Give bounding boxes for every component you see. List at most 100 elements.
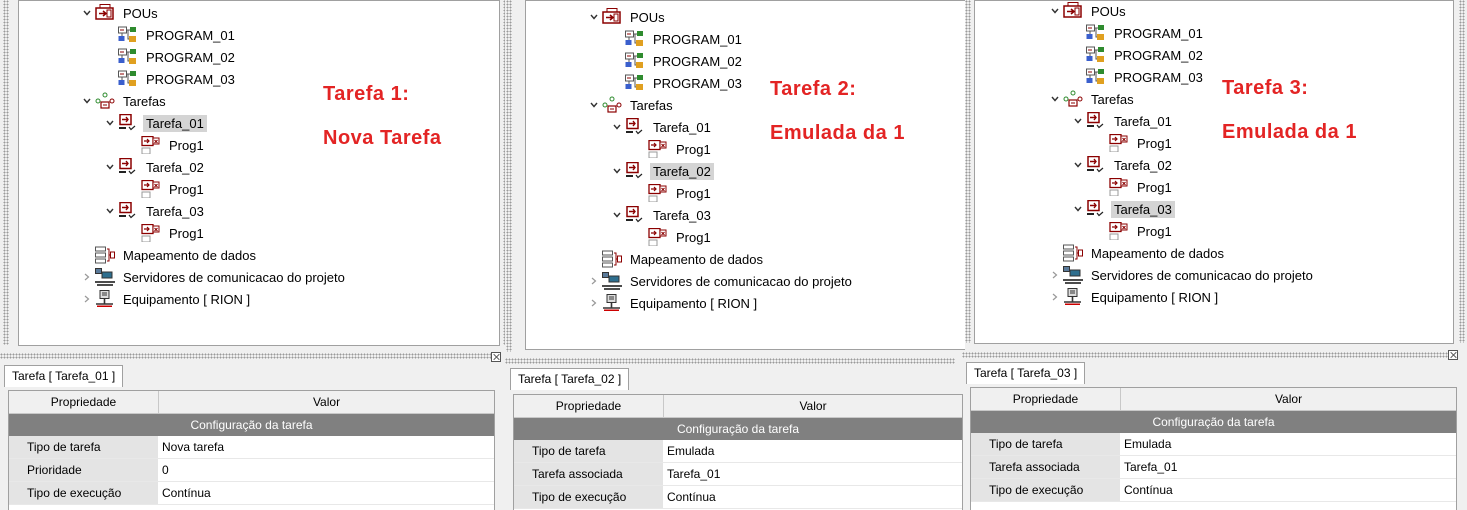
property-value[interactable]: Emulada [1121, 433, 1456, 455]
tree-node-tarefas[interactable]: Tarefas [1049, 89, 1137, 109]
splitter-vertical[interactable] [1459, 0, 1465, 343]
property-value[interactable]: Nova tarefa [159, 436, 494, 458]
tree-node-program[interactable]: PROGRAM_03 [1072, 67, 1206, 87]
tree-node-task[interactable]: Tarefa_03 [1072, 199, 1175, 219]
splitter-vertical[interactable] [3, 0, 9, 345]
tree-node-prog[interactable]: Prog1 [634, 183, 714, 203]
chevron-down-icon[interactable] [104, 201, 116, 221]
column-header-property[interactable]: Propriedade [971, 388, 1121, 410]
property-value[interactable]: Contínua [159, 482, 494, 504]
tree-node-pous[interactable]: POUs [1049, 1, 1129, 21]
tree-node-prog[interactable]: Prog1 [127, 223, 207, 243]
property-row[interactable]: Tipo de tarefa Nova tarefa [9, 436, 494, 459]
tree-node-prog[interactable]: Prog1 [634, 139, 714, 159]
chevron-down-icon[interactable] [611, 205, 623, 225]
chevron-right-icon[interactable] [81, 289, 93, 309]
tree-node-label: Prog1 [169, 137, 204, 153]
chevron-down-icon[interactable] [81, 3, 93, 23]
property-row[interactable]: Tarefa associada Tarefa_01 [971, 456, 1456, 479]
tree-node-equipamento[interactable]: Equipamento [ RION ] [81, 289, 253, 309]
chevron-down-icon[interactable] [1072, 155, 1084, 175]
chevron-down-icon[interactable] [611, 117, 623, 137]
chevron-down-icon[interactable] [588, 7, 600, 27]
splitter-vertical[interactable] [506, 0, 512, 352]
tree-node-servidores[interactable]: Servidores de comunicacao do projeto [1049, 265, 1316, 285]
chevron-right-icon[interactable] [81, 267, 93, 287]
tree-node-prog[interactable]: Prog1 [634, 227, 714, 247]
tree-node-task[interactable]: Tarefa_02 [104, 157, 207, 177]
property-value[interactable]: 0 [159, 459, 494, 481]
tree-node-equipamento[interactable]: Equipamento [ RION ] [588, 293, 760, 313]
chevron-down-icon[interactable] [1049, 1, 1061, 21]
tree-node-program[interactable]: PROGRAM_02 [1072, 45, 1206, 65]
tree-node-task[interactable]: Tarefa_03 [611, 205, 714, 225]
tree-node-program[interactable]: PROGRAM_01 [1072, 23, 1206, 43]
tree-node-task[interactable]: Tarefa_01 [104, 113, 207, 133]
chevron-down-icon[interactable] [611, 161, 623, 181]
splitter-horizontal[interactable] [505, 358, 955, 364]
property-row[interactable]: Tipo de tarefa Emulada [971, 433, 1456, 456]
tree-node-prog[interactable]: Prog1 [127, 179, 207, 199]
property-value[interactable]: Tarefa_01 [664, 463, 962, 485]
tree-node-program[interactable]: PROGRAM_02 [104, 47, 238, 67]
tree-node-program[interactable]: PROGRAM_03 [611, 73, 745, 93]
column-header-property[interactable]: Propriedade [9, 391, 159, 413]
chevron-right-icon[interactable] [1049, 265, 1061, 285]
property-row[interactable]: Tipo de execução Contínua [514, 486, 962, 509]
property-row[interactable]: Tarefa associada Tarefa_01 [514, 463, 962, 486]
chevron-down-icon[interactable] [1049, 89, 1061, 109]
property-value[interactable]: Contínua [1121, 479, 1456, 501]
tree-node-pous[interactable]: POUs [81, 3, 161, 23]
properties-tab[interactable]: Tarefa [ Tarefa_01 ] [4, 365, 124, 387]
tree-node-mapeamento[interactable]: Mapeamento de dados [1049, 243, 1227, 263]
tree-node-task[interactable]: Tarefa_01 [611, 117, 714, 137]
property-row[interactable]: Prioridade 0 [9, 459, 494, 482]
tree-node-task[interactable]: Tarefa_02 [1072, 155, 1175, 175]
tree-node-task[interactable]: Tarefa_02 [611, 161, 714, 181]
tree-node-servidores[interactable]: Servidores de comunicacao do projeto [588, 271, 855, 291]
property-value[interactable]: Contínua [664, 486, 962, 508]
properties-tab[interactable]: Tarefa [ Tarefa_03 ] [966, 362, 1086, 384]
tree-node-task[interactable]: Tarefa_03 [104, 201, 207, 221]
tree-node-program[interactable]: PROGRAM_02 [611, 51, 745, 71]
splitter-horizontal[interactable] [962, 352, 1457, 358]
tree-node-tarefas[interactable]: Tarefas [588, 95, 676, 115]
chevron-right-icon[interactable] [588, 293, 600, 313]
property-value[interactable]: Emulada [664, 440, 962, 462]
tree-node-mapeamento[interactable]: Mapeamento de dados [588, 249, 766, 269]
close-icon[interactable] [1448, 350, 1458, 360]
tree-node-program[interactable]: PROGRAM_03 [104, 69, 238, 89]
tree-node-task[interactable]: Tarefa_01 [1072, 111, 1175, 131]
column-header-value[interactable]: Valor [664, 395, 962, 417]
chevron-right-icon[interactable] [588, 271, 600, 291]
chevron-down-icon[interactable] [1072, 199, 1084, 219]
tree-node-prog[interactable]: Prog1 [127, 135, 207, 155]
chevron-right-icon[interactable] [1049, 287, 1061, 307]
splitter-horizontal[interactable] [0, 353, 495, 359]
tree-node-prog[interactable]: Prog1 [1095, 221, 1175, 241]
tree-node-program[interactable]: PROGRAM_01 [611, 29, 745, 49]
tree-node-equipamento[interactable]: Equipamento [ RION ] [1049, 287, 1221, 307]
property-value[interactable]: Tarefa_01 [1121, 456, 1456, 478]
chevron-down-icon[interactable] [81, 91, 93, 111]
column-header-property[interactable]: Propriedade [514, 395, 664, 417]
properties-tab[interactable]: Tarefa [ Tarefa_02 ] [510, 368, 630, 390]
tree-node-prog[interactable]: Prog1 [1095, 177, 1175, 197]
close-icon[interactable] [491, 352, 501, 362]
column-header-value[interactable]: Valor [159, 391, 494, 413]
chevron-down-icon[interactable] [104, 113, 116, 133]
tree-node-mapeamento[interactable]: Mapeamento de dados [81, 245, 259, 265]
chevron-down-icon[interactable] [104, 157, 116, 177]
property-row[interactable]: Tipo de tarefa Emulada [514, 440, 962, 463]
tree-node-pous[interactable]: POUs [588, 7, 668, 27]
chevron-down-icon[interactable] [588, 95, 600, 115]
splitter-vertical[interactable] [965, 0, 971, 343]
tree-node-program[interactable]: PROGRAM_01 [104, 25, 238, 45]
property-row[interactable]: Tipo de execução Contínua [971, 479, 1456, 502]
tree-node-tarefas[interactable]: Tarefas [81, 91, 169, 111]
property-row[interactable]: Tipo de execução Contínua [9, 482, 494, 505]
tree-node-prog[interactable]: Prog1 [1095, 133, 1175, 153]
column-header-value[interactable]: Valor [1121, 388, 1456, 410]
tree-node-servidores[interactable]: Servidores de comunicacao do projeto [81, 267, 348, 287]
chevron-down-icon[interactable] [1072, 111, 1084, 131]
